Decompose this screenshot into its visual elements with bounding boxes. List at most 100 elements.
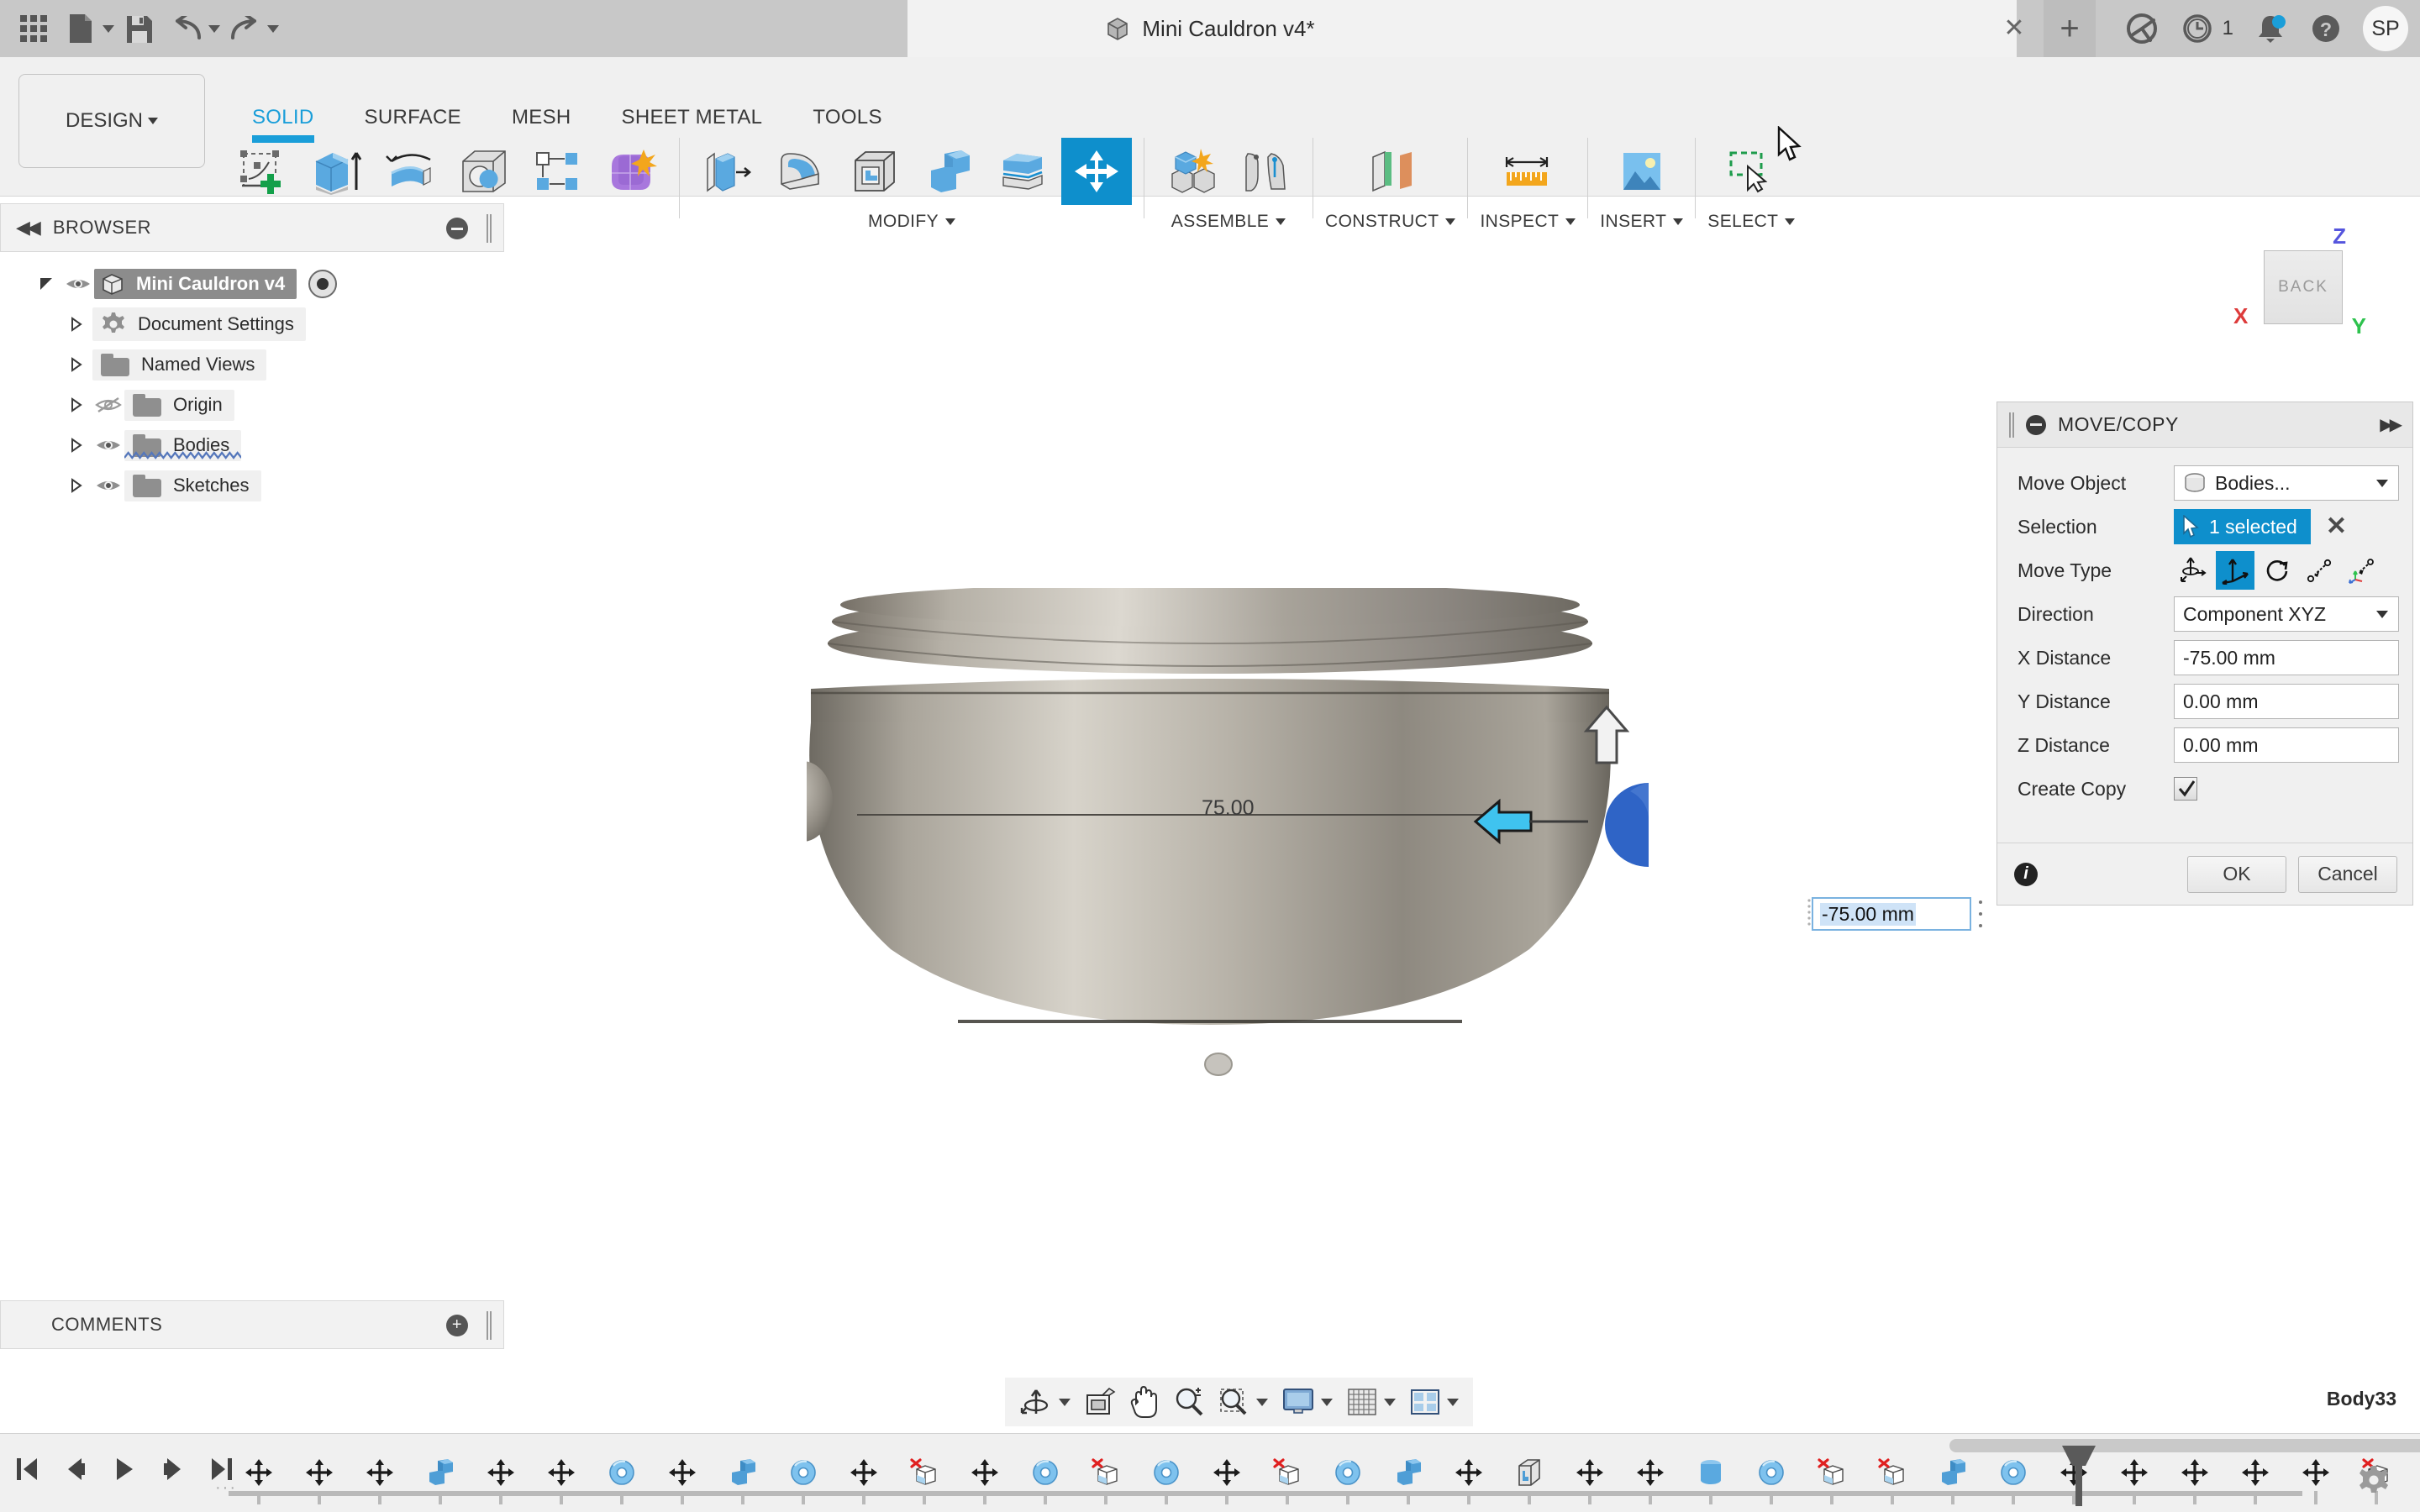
move-feature[interactable] [531,1454,592,1504]
tree-item-sketches[interactable]: Sketches [0,465,504,506]
new-file-icon[interactable] [59,7,103,50]
notifications-bell-icon[interactable] [2252,10,2289,47]
tree-item-root-pill[interactable]: Mini Cauldron v4 [94,269,297,299]
delete-body-feature[interactable] [1257,1454,1318,1504]
tree-item-named-views[interactable]: Named Views [0,344,504,385]
active-component-radio[interactable] [308,270,338,298]
torus-feature[interactable] [1741,1454,1802,1504]
move-handle-x-arrow[interactable] [1472,798,1534,845]
torus-feature[interactable] [1136,1454,1197,1504]
torus-feature[interactable] [1318,1454,1378,1504]
expand-twisty-icon[interactable] [60,478,92,493]
tree-item-bodies-pill[interactable]: Bodies [124,429,242,461]
close-tab-icon[interactable]: ✕ [2000,15,2028,44]
combine-feature[interactable] [1378,1454,1439,1504]
ribbon-group-label-insert[interactable]: INSERT [1600,212,1684,232]
view-cube-face-back[interactable]: BACK [2264,250,2343,324]
tree-item-origin-pill[interactable]: Origin [124,389,234,421]
dialog-header[interactable]: MOVE/COPY ▶▶ [1997,402,2412,448]
undo-dropdown-caret[interactable] [208,24,220,33]
cancel-button[interactable]: Cancel [2298,855,2397,893]
pan-icon[interactable] [1123,1381,1165,1423]
create-sketch-icon[interactable] [227,138,297,205]
tab-sheet-metal[interactable]: SHEET METAL [597,106,788,129]
visibility-eye-hidden-icon[interactable] [92,392,124,417]
ribbon-group-label-assemble[interactable]: ASSEMBLE [1171,212,1286,232]
grid-snaps-caret-icon[interactable] [1384,1398,1396,1406]
move-feature[interactable] [350,1454,410,1504]
orbit-caret-icon[interactable] [1059,1398,1071,1406]
move-feature[interactable] [1439,1454,1499,1504]
info-icon[interactable]: i [2014,862,2038,886]
zoom-window-icon[interactable] [1213,1381,1274,1423]
combine-icon[interactable] [913,138,984,205]
ribbon-group-label-inspect[interactable]: INSPECT [1480,212,1576,232]
joint-icon[interactable] [1230,138,1301,205]
move-feature[interactable] [2225,1454,2286,1504]
timeline-play-icon[interactable] [109,1452,139,1486]
move-feature[interactable] [229,1454,289,1504]
dialog-expand-icon[interactable]: ▶▶ [2380,414,2402,435]
extrude-icon[interactable] [301,138,371,205]
timeline-step-back-icon[interactable] [60,1452,91,1486]
redo-dropdown-caret[interactable] [267,24,279,33]
move-feature[interactable] [834,1454,894,1504]
move-type-translate-icon[interactable] [2216,551,2254,590]
move-type-point-to-position-icon[interactable] [2342,551,2381,590]
extension-icon[interactable] [2123,10,2160,47]
expand-twisty-icon[interactable] [60,438,92,453]
user-avatar[interactable]: SP [2363,6,2408,51]
torus-feature[interactable] [773,1454,834,1504]
move-type-rotate-icon[interactable] [2258,551,2296,590]
create-copy-checkbox[interactable] [2174,777,2197,801]
ribbon-group-label-select[interactable]: SELECT [1707,212,1796,232]
direction-select[interactable]: Component XYZ [2174,596,2399,632]
expand-twisty-icon[interactable] [60,357,92,372]
inline-distance-input[interactable]: -75.00 mm [1812,897,1971,931]
viewports-caret-icon[interactable] [1447,1398,1459,1406]
move-handle-z-arrow[interactable] [1581,704,1632,766]
comments-resize-grip[interactable] [487,1311,492,1340]
move-feature[interactable] [652,1454,713,1504]
look-at-icon[interactable] [1078,1381,1122,1423]
visibility-eye-icon[interactable] [92,433,124,458]
measure-icon[interactable] [1492,138,1563,205]
torus-feature[interactable] [1983,1454,2044,1504]
move-feature[interactable] [2104,1454,2165,1504]
move-feature[interactable] [1620,1454,1681,1504]
torus-feature[interactable] [1015,1454,1076,1504]
timeline-step-forward-icon[interactable] [158,1452,188,1486]
timeline-scrollbar[interactable] [1949,1439,2420,1452]
save-icon[interactable] [118,7,161,50]
timeline-end-marker[interactable] [2075,1456,2082,1506]
combine-feature[interactable] [713,1454,773,1504]
tree-item-document-settings-pill[interactable]: Document Settings [92,307,306,341]
new-tab-icon[interactable]: + [2044,0,2096,57]
move-feature[interactable] [2165,1454,2225,1504]
add-comment-icon[interactable]: + [446,1315,468,1336]
app-grid-icon[interactable] [12,7,55,50]
y-distance-input[interactable]: 0.00 mm [2174,684,2399,719]
timeline-go-to-beginning-icon[interactable] [12,1452,42,1486]
z-distance-input[interactable]: 0.00 mm [2174,727,2399,763]
fillet-icon[interactable] [765,138,836,205]
delete-body-feature[interactable] [894,1454,955,1504]
split-body-icon[interactable] [987,138,1058,205]
display-settings-caret-icon[interactable] [1321,1398,1333,1406]
grid-snaps-icon[interactable] [1340,1381,1402,1423]
tree-item-sketches-pill[interactable]: Sketches [124,470,261,501]
ok-button[interactable]: OK [2187,855,2286,893]
move-feature[interactable] [1560,1454,1620,1504]
undo-icon[interactable] [165,7,208,50]
clear-selection-icon[interactable]: ✕ [2326,514,2347,539]
orbit-icon[interactable] [1013,1381,1076,1423]
cylinder-feature[interactable] [1681,1454,1741,1504]
delete-body-feature[interactable] [1076,1454,1136,1504]
press-pull-icon[interactable] [692,138,762,205]
combine-feature[interactable] [1923,1454,1983,1504]
visibility-eye-icon[interactable] [92,473,124,498]
display-settings-icon[interactable] [1276,1381,1339,1423]
move-drag-sphere-handle[interactable] [1580,780,1655,870]
selection-button[interactable]: 1 selected [2174,509,2311,544]
move-feature[interactable] [471,1454,531,1504]
